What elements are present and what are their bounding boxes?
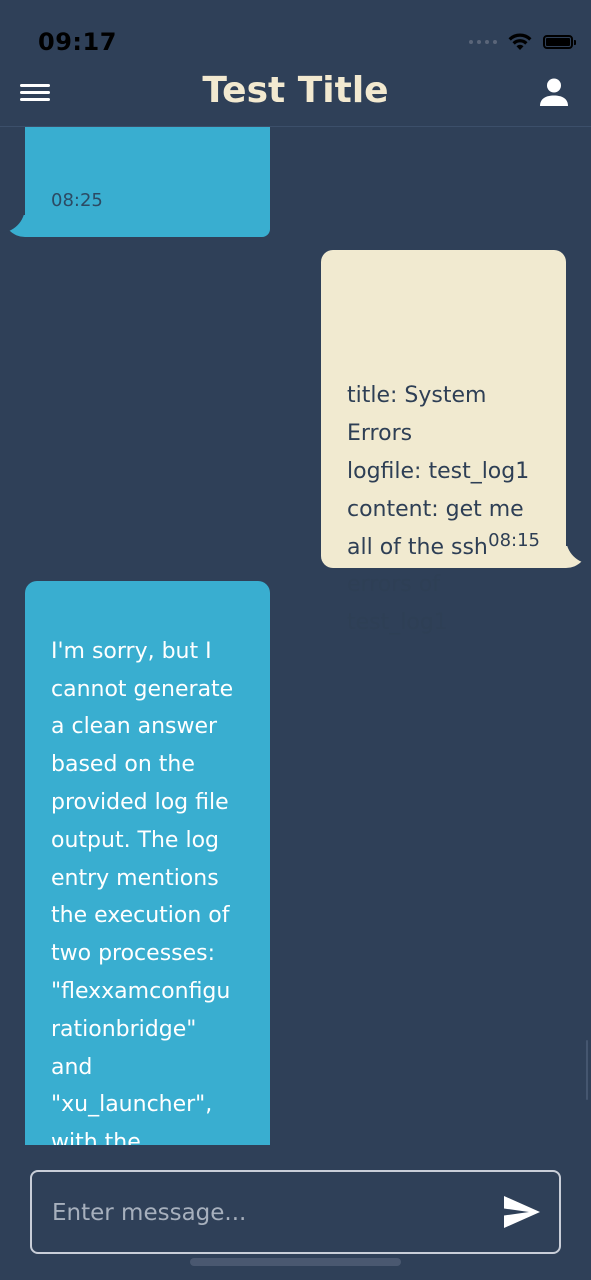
- message-text: title: System Errors logfile: test_log1 …: [347, 383, 530, 636]
- battery-icon: [543, 35, 576, 49]
- scroll-indicator[interactable]: [586, 1040, 588, 1100]
- app-header: Test Title: [0, 60, 591, 127]
- wifi-icon: [508, 33, 532, 50]
- message-composer: [30, 1170, 561, 1254]
- message-text: I'm sorry, but I cannot generate a clean…: [51, 638, 234, 1145]
- message-time: 08:15: [488, 530, 540, 551]
- send-icon[interactable]: [503, 1195, 541, 1229]
- page-title: Test Title: [202, 70, 389, 111]
- person-icon[interactable]: [539, 77, 569, 107]
- message-time: 08:25: [51, 190, 103, 211]
- message-bubble-bot: 08:25: [0, 127, 270, 237]
- message-input[interactable]: [50, 1192, 484, 1234]
- message-bubble-user: title: System Errors logfile: test_log1 …: [321, 250, 591, 635]
- status-time: 09:17: [38, 28, 117, 56]
- home-indicator: [190, 1258, 401, 1266]
- status-icons: [469, 32, 576, 52]
- signal-dots-icon: [469, 40, 497, 44]
- message-bubble-bot: I'm sorry, but I cannot generate a clean…: [25, 581, 270, 1145]
- chat-messages[interactable]: 08:25 title: System Errors logfile: test…: [0, 127, 591, 1145]
